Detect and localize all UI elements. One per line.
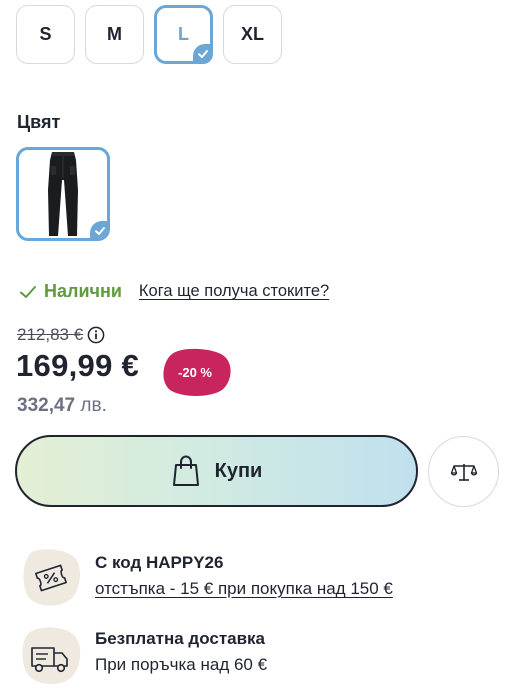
free-delivery-title: Безплатна доставка (95, 629, 266, 648)
size-selector: S M L XL (16, 5, 282, 64)
promo-code-row: С код HAPPY26 отстъпка - 15 € при покупк… (20, 548, 393, 608)
delivery-info-link[interactable]: Кога ще получа стоките? (139, 282, 329, 301)
size-option-m[interactable]: M (85, 5, 144, 64)
promo-icon-wrapper (20, 548, 82, 608)
black-pants-thumbnail (48, 152, 78, 236)
free-delivery-subtitle: При поръчка над 60 € (95, 655, 268, 674)
lev-price-value: 332,47 (17, 395, 76, 416)
delivery-icon-wrapper (20, 626, 82, 686)
color-section-title: Цвят (17, 112, 61, 132)
selected-check-icon (193, 44, 213, 64)
old-price: 212,83 € (17, 325, 84, 344)
buy-button[interactable]: Купи (15, 435, 418, 507)
info-icon[interactable] (87, 326, 105, 344)
scales-icon (450, 463, 477, 481)
lev-price-unit: лв. (80, 395, 107, 416)
size-label: XL (240, 24, 264, 44)
color-swatch-black[interactable] (16, 147, 110, 241)
size-label: L (178, 24, 189, 44)
promo-code-title: С код HAPPY26 (95, 553, 224, 572)
discount-badge: -20 % (158, 348, 232, 396)
lev-price: 332,47 лв. (17, 395, 107, 417)
size-label: S (39, 24, 52, 44)
shopping-bag-icon (172, 455, 199, 486)
size-option-l[interactable]: L (154, 5, 213, 64)
delivery-truck-icon (22, 627, 81, 685)
compare-button[interactable] (428, 436, 499, 507)
old-price-row: 212,83 € (17, 325, 105, 345)
selected-check-icon (90, 221, 107, 238)
checkmark-icon (20, 285, 36, 298)
discount-label: -20 % (178, 364, 212, 380)
price-row: 169,99 € -20 % (16, 348, 231, 396)
in-stock-label: Налични (44, 281, 122, 301)
ticket-percent-icon (23, 549, 81, 606)
size-option-s[interactable]: S (16, 5, 75, 64)
free-delivery-row: Безплатна доставка При поръчка над 60 € (20, 626, 267, 686)
buy-button-label: Купи (214, 459, 263, 482)
promo-code-details-link[interactable]: отстъпка - 15 € при покупка над 150 € (95, 577, 393, 601)
size-label: M (107, 24, 122, 44)
stock-status-row: Налични Кога ще получа стоките? (18, 281, 329, 302)
current-price: 169,99 € (16, 348, 140, 383)
size-option-xl[interactable]: XL (223, 5, 282, 64)
